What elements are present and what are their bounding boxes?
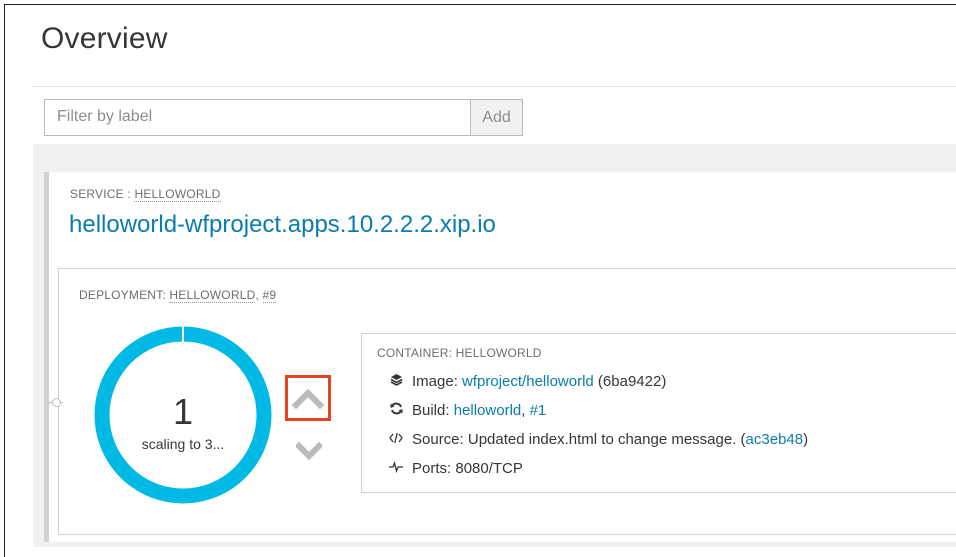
build-config-link[interactable]: helloworld <box>454 402 522 419</box>
container-image-row: Image: wfproject/helloworld (6ba9422) <box>388 373 666 390</box>
pulse-icon <box>388 460 404 476</box>
deployment-label: DEPLOYMENT: <box>79 288 170 302</box>
deployment-header: DEPLOYMENT: HELLOWORLD, #9 <box>79 288 277 303</box>
chevron-up-icon <box>291 388 325 410</box>
image-label: Image: <box>412 373 463 390</box>
add-label-button[interactable]: Add <box>470 99 523 136</box>
scale-up-button[interactable] <box>285 375 331 421</box>
code-icon <box>388 432 404 447</box>
pod-count: 1 <box>172 391 194 432</box>
page-title: Overview <box>41 22 168 55</box>
ports-value: 8080/TCP <box>455 460 523 477</box>
container-build-row: Build: helloworld, #1 <box>388 402 546 419</box>
source-commit-link[interactable]: ac3eb48 <box>746 431 804 448</box>
service-route-link[interactable]: helloworld-wfproject.apps.10.2.2.2.xip.i… <box>69 211 496 239</box>
source-close: ) <box>803 431 809 448</box>
image-hash: (6ba9422) <box>593 373 667 390</box>
refresh-icon <box>388 402 404 418</box>
build-separator: , <box>521 402 530 419</box>
image-link[interactable]: wfproject/helloworld <box>462 373 594 390</box>
container-ports-row: Ports: 8080/TCP <box>388 460 523 477</box>
container-header: CONTAINER: HELLOWORLD <box>377 346 542 360</box>
source-label: Source: <box>412 431 468 448</box>
scale-down-button[interactable] <box>296 441 322 461</box>
service-label: SERVICE : <box>70 187 135 201</box>
pod-status: scaling to 3... <box>141 436 225 452</box>
ports-label: Ports: <box>412 460 456 477</box>
deployment-name-link[interactable]: HELLOWORLD <box>169 288 256 303</box>
filter-input[interactable]: Filter by label <box>44 99 471 136</box>
title-divider <box>33 86 956 87</box>
layers-icon <box>388 373 404 389</box>
service-name-link[interactable]: HELLOWORLD <box>134 187 221 202</box>
build-label: Build: <box>412 402 454 419</box>
container-source-row: Source: Updated index.html to change mes… <box>388 431 808 448</box>
service-header: SERVICE : HELLOWORLD <box>70 187 221 202</box>
build-number-link[interactable]: #1 <box>530 402 547 419</box>
chevron-down-icon <box>296 441 322 461</box>
source-message: Updated index.html to change message. ( <box>467 431 746 448</box>
connector-dot <box>52 398 61 407</box>
deployment-revision-link[interactable]: #9 <box>262 288 277 303</box>
deployment-separator: , <box>255 288 263 302</box>
